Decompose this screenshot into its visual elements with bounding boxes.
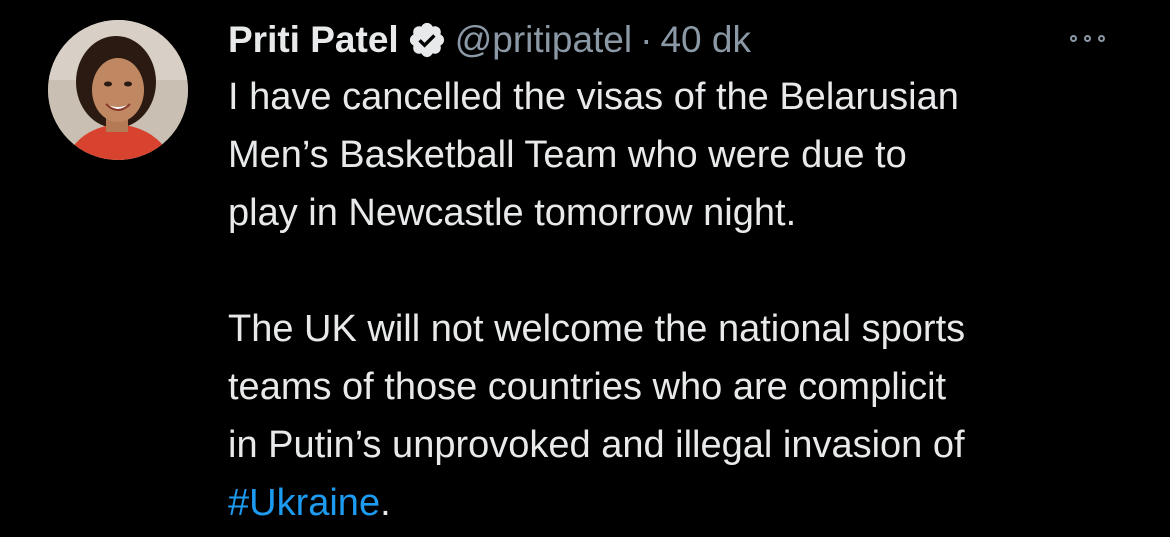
more-dot — [1070, 34, 1077, 42]
profile-photo — [48, 20, 188, 160]
hashtag-link[interactable]: #Ukraine — [228, 482, 380, 524]
tweet-content: Priti Patel @pritipatel · 40 dk I have c… — [228, 14, 1128, 532]
separator-dot: · — [640, 19, 653, 60]
tweet-text-line: in Putin’s unprovoked and illegal invasi… — [228, 424, 965, 466]
author-name[interactable]: Priti Patel — [228, 14, 399, 66]
more-dot — [1098, 34, 1105, 42]
tweet-timestamp[interactable]: 40 dk — [660, 14, 751, 66]
avatar[interactable] — [48, 20, 188, 160]
tweet-text-line: teams of those countries who are complic… — [228, 366, 947, 408]
tweet[interactable]: Priti Patel @pritipatel · 40 dk I have c… — [0, 0, 1170, 537]
hashtag-suffix: . — [380, 482, 391, 524]
tweet-text-line: Men’s Basketball Team who were due to — [228, 134, 907, 176]
more-dot — [1084, 34, 1091, 42]
tweet-text-last-line: #Ukraine. — [228, 474, 1128, 532]
verified-badge-icon — [407, 20, 447, 60]
tweet-text: I have cancelled the visas of the Belaru… — [228, 68, 1128, 532]
author-handle[interactable]: @pritipatel — [455, 14, 632, 66]
tweet-text-line: play in Newcastle tomorrow night. — [228, 192, 797, 234]
more-options-icon[interactable] — [1070, 30, 1120, 46]
tweet-header: Priti Patel @pritipatel · 40 dk — [228, 14, 1128, 66]
tweet-text-line: I have cancelled the visas of the Belaru… — [228, 76, 959, 118]
tweet-text-line: The UK will not welcome the national spo… — [228, 308, 966, 350]
